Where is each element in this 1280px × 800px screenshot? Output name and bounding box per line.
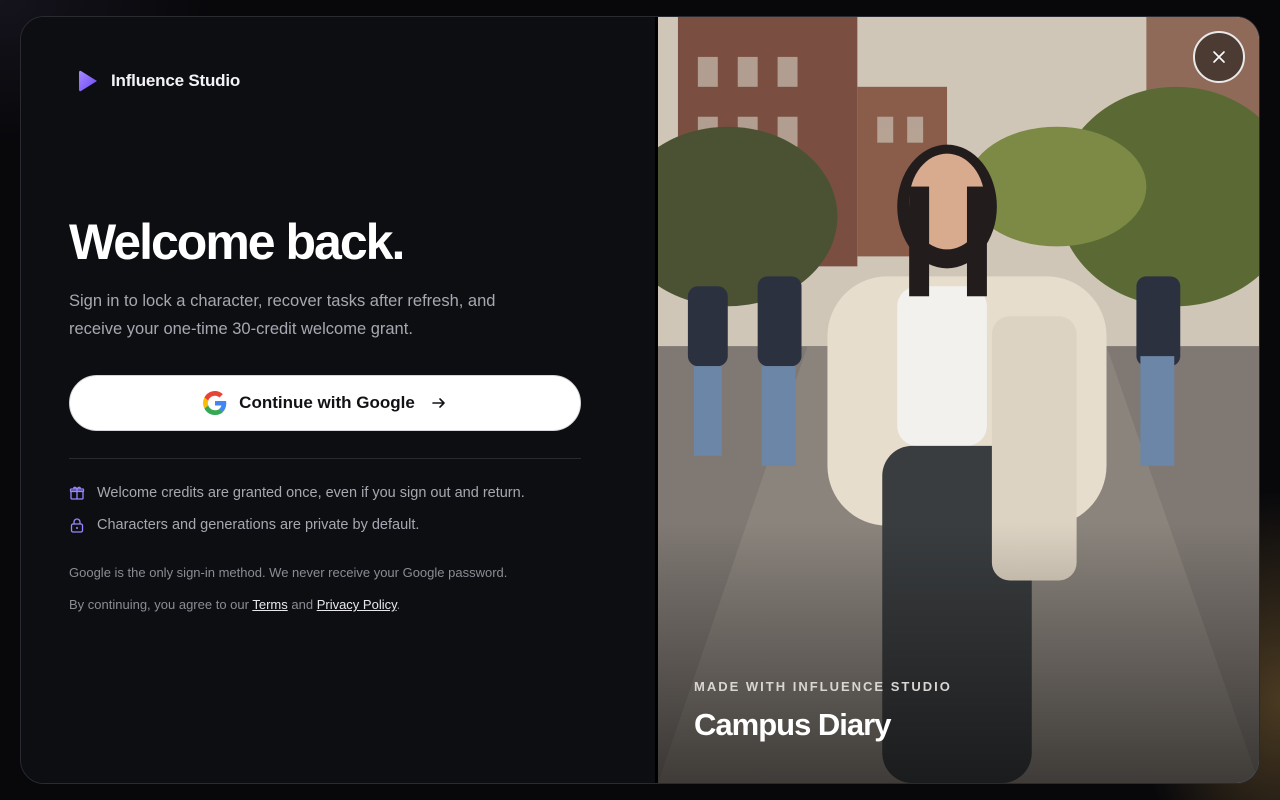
privacy-policy-link[interactable]: Privacy Policy [317,597,397,612]
lock-icon [70,518,84,533]
gift-icon [69,486,85,500]
google-only-note: Google is the only sign-in method. We ne… [69,565,508,580]
continue-with-google-button[interactable]: Continue with Google [69,375,581,431]
page-subtitle: Sign in to lock a character, recover tas… [69,292,496,338]
perk-text: Characters and generations are private b… [97,517,420,533]
signin-modal: Influence Studio Welcome back. Sign in t… [20,16,1260,784]
divider [69,458,581,459]
legal-note: By continuing, you agree to our Terms an… [69,597,400,612]
page-title: Welcome back. [69,214,405,270]
legal-and: and [291,597,314,612]
legal-prefix: By continuing, you agree to our [69,597,249,612]
google-button-label: Continue with Google [239,393,415,412]
play-logo-icon [79,70,97,92]
caption-gradient [658,523,1259,783]
perk-welcome-credits: Welcome credits are granted once, even i… [69,485,525,501]
close-icon [1213,51,1225,63]
terms-link[interactable]: Terms [252,597,287,612]
showcase-eyebrow: MADE WITH INFLUENCE STUDIO [694,679,952,694]
showcase-image: MADE WITH INFLUENCE STUDIO Campus Diary [655,17,1259,783]
brand: Influence Studio [77,69,240,93]
legal-suffix: . [396,597,401,612]
close-button[interactable] [1193,31,1245,83]
perk-text: Welcome credits are granted once, even i… [97,485,525,501]
signin-panel: Influence Studio Welcome back. Sign in t… [21,17,655,783]
arrow-right-icon [432,398,445,408]
showcase-caption: Campus Diary [694,707,891,742]
google-icon [203,391,227,415]
brand-name: Influence Studio [111,71,241,90]
perk-private: Characters and generations are private b… [69,517,419,533]
